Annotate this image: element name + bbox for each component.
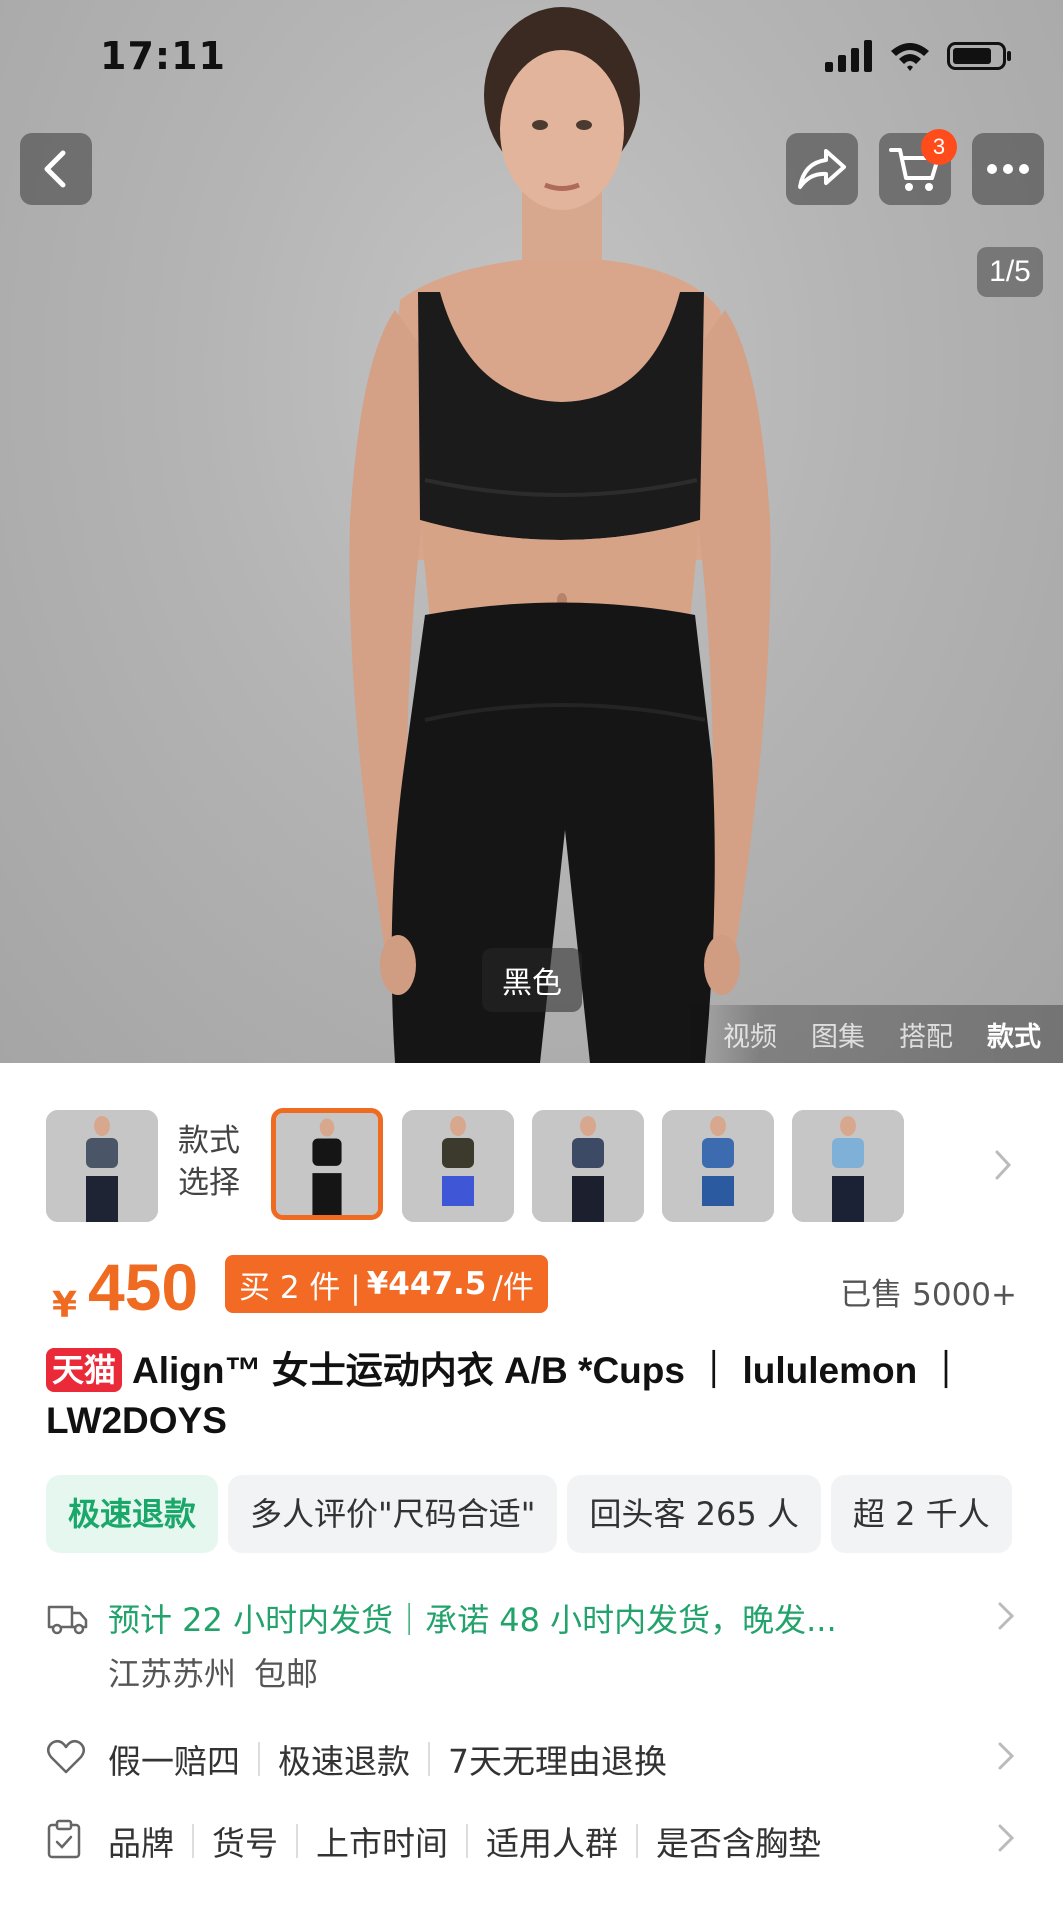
tab-gallery[interactable]: 图集 bbox=[811, 1015, 865, 1054]
style-thumb[interactable] bbox=[402, 1110, 514, 1222]
tag-fast-refund[interactable]: 极速退款 bbox=[46, 1475, 219, 1553]
color-label: 黑色 bbox=[482, 948, 582, 1012]
divider bbox=[428, 1742, 430, 1776]
style-thumb[interactable] bbox=[46, 1110, 158, 1222]
divider bbox=[258, 1742, 260, 1776]
image-pager: 1/5 bbox=[977, 247, 1043, 297]
chevron-left-icon bbox=[44, 150, 66, 188]
param-item: 上市时间 bbox=[316, 1824, 448, 1863]
shipping-estimate: 预计 22 小时内发货｜承诺 48 小时内发货，晚发... bbox=[108, 1601, 837, 1639]
status-icons bbox=[825, 40, 1013, 72]
style-select-label: 款式 选择 bbox=[178, 1120, 258, 1204]
product-title: 天猫 Align™ 女士运动内衣 A/B *Cups ｜ lululemon ｜ … bbox=[46, 1346, 1016, 1446]
tag-repeat-buyers[interactable]: 回头客 265 人 bbox=[567, 1475, 821, 1553]
thumb-image bbox=[46, 1110, 158, 1222]
highlight-tags: 极速退款 多人评价"尺码合适" 回头客 265 人超 2 千人 bbox=[46, 1475, 1063, 1555]
style-selector: 款式 选择 bbox=[0, 1108, 1063, 1224]
param-item: 货号 bbox=[212, 1824, 278, 1863]
ship-location: 江苏苏州 bbox=[108, 1655, 237, 1693]
chevron-right-icon bbox=[998, 1824, 1015, 1852]
cart-button[interactable]: 3 bbox=[879, 129, 957, 205]
params-list: 品牌 货号 上市时间 适用人群 是否含胸垫 bbox=[108, 1817, 821, 1865]
more-button[interactable] bbox=[972, 133, 1044, 205]
thumb-image bbox=[402, 1110, 514, 1222]
shipping-row[interactable]: 预计 22 小时内发货｜承诺 48 小时内发货，晚发... 江苏苏州 包邮 bbox=[0, 1595, 1063, 1705]
back-button[interactable] bbox=[20, 133, 92, 205]
service-item: 极速退款 bbox=[278, 1742, 410, 1781]
media-tabs: 视频 图集 搭配 款式 bbox=[683, 1005, 1063, 1063]
promo-prefix: 买 2 件 | bbox=[239, 1269, 361, 1306]
style-more-chevron-icon[interactable] bbox=[993, 1148, 1013, 1182]
price-row: ¥ 450 买 2 件 | ¥447.5 /件 已售 5000+ bbox=[0, 1249, 1063, 1329]
thumb-image bbox=[276, 1113, 378, 1215]
status-bar: 17:11 bbox=[0, 0, 1063, 110]
price-currency: ¥ bbox=[52, 1285, 78, 1326]
chevron-right-icon bbox=[998, 1602, 1015, 1630]
param-item: 品牌 bbox=[108, 1824, 174, 1863]
promo-price: ¥447.5 bbox=[366, 1266, 487, 1302]
tab-style[interactable]: 款式 bbox=[987, 1015, 1041, 1054]
tmall-badge: 天猫 bbox=[46, 1348, 123, 1392]
cart-count-badge: 3 bbox=[921, 129, 957, 165]
wifi-icon bbox=[891, 43, 929, 71]
thumb-image bbox=[792, 1110, 904, 1222]
share-button[interactable] bbox=[786, 133, 858, 205]
product-image-carousel[interactable]: 17:11 3 1/5 黑色 视频 图集 搭配 款式 bbox=[0, 0, 1063, 1063]
thumb-image bbox=[532, 1110, 644, 1222]
param-item: 适用人群 bbox=[486, 1824, 618, 1863]
promo-suffix: /件 bbox=[492, 1269, 534, 1306]
free-shipping: 包邮 bbox=[254, 1655, 319, 1693]
divider bbox=[636, 1824, 638, 1858]
product-params-row[interactable]: 品牌 货号 上市时间 适用人群 是否含胸垫 bbox=[0, 1817, 1063, 1873]
more-icon bbox=[987, 164, 1029, 174]
service-guarantee-row[interactable]: 假一赔四 极速退款 7天无理由退换 bbox=[0, 1735, 1063, 1791]
style-thumb[interactable] bbox=[662, 1110, 774, 1222]
style-thumb[interactable] bbox=[532, 1110, 644, 1222]
multi-buy-promo[interactable]: 买 2 件 | ¥447.5 /件 bbox=[225, 1255, 548, 1313]
product-title-text: Align™ 女士运动内衣 A/B *Cups ｜ lululemon ｜ LW… bbox=[46, 1350, 965, 1441]
share-icon bbox=[798, 149, 846, 189]
divider bbox=[466, 1824, 468, 1858]
clipboard-icon bbox=[47, 1819, 81, 1859]
heart-icon bbox=[47, 1739, 85, 1774]
price-amount: 450 bbox=[88, 1250, 199, 1324]
signal-icon bbox=[825, 40, 872, 72]
style-thumb[interactable] bbox=[792, 1110, 904, 1222]
tag-buyers-count[interactable]: 超 2 千人 bbox=[830, 1475, 1012, 1553]
service-item: 7天无理由退换 bbox=[448, 1742, 667, 1781]
thumb-image bbox=[662, 1110, 774, 1222]
style-thumb-selected[interactable] bbox=[271, 1108, 383, 1220]
sold-count: 已售 5000+ bbox=[840, 1277, 1017, 1313]
product-info-panel: 款式 选择 ¥ 450 买 2 件 | ¥447.5 /件 已售 5000+ 天… bbox=[0, 1063, 1063, 1921]
tab-outfit[interactable]: 搭配 bbox=[899, 1015, 953, 1054]
battery-icon bbox=[947, 42, 1011, 70]
tag-size-review[interactable]: 多人评价"尺码合适" bbox=[228, 1475, 558, 1553]
status-time: 17:11 bbox=[100, 34, 226, 78]
param-item: 是否含胸垫 bbox=[656, 1824, 821, 1863]
divider bbox=[296, 1824, 298, 1858]
style-label-line1: 款式 bbox=[178, 1123, 240, 1159]
style-label-line2: 选择 bbox=[178, 1165, 240, 1201]
service-list: 假一赔四 极速退款 7天无理由退换 bbox=[108, 1735, 667, 1783]
chevron-right-icon bbox=[998, 1742, 1015, 1770]
tab-video[interactable]: 视频 bbox=[723, 1015, 777, 1054]
divider bbox=[192, 1824, 194, 1858]
service-item: 假一赔四 bbox=[108, 1742, 240, 1781]
truck-icon bbox=[47, 1605, 88, 1635]
shipping-origin: 江苏苏州 包邮 bbox=[108, 1649, 336, 1695]
